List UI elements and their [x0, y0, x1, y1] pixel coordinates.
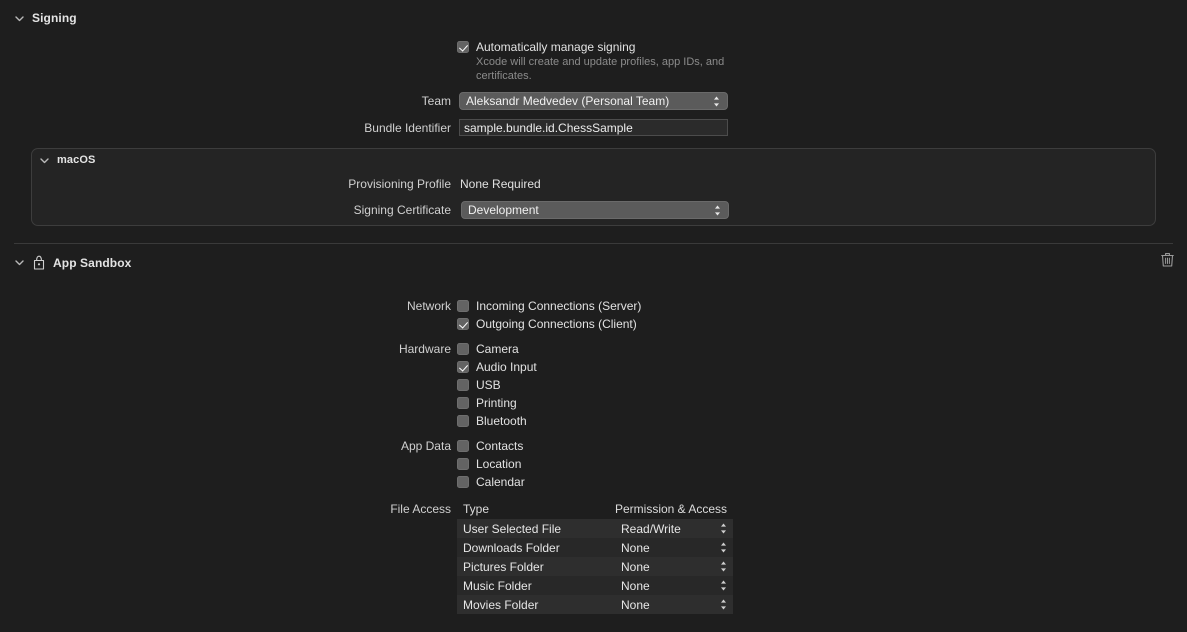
section-header-app-sandbox[interactable]: App Sandbox	[14, 255, 131, 270]
outgoing-connections-checkbox[interactable]	[457, 318, 469, 330]
calendar-checkbox[interactable]	[457, 476, 469, 488]
audio-input-checkbox[interactable]	[457, 361, 469, 373]
file-access-table: Type Permission & Access User Selected F…	[457, 502, 733, 614]
group-label-hardware: Hardware	[398, 342, 451, 356]
camera-label: Camera	[476, 342, 519, 356]
section-divider	[14, 243, 1173, 244]
file-access-permission-value: Read/Write	[621, 521, 681, 536]
checkbox-row-location[interactable]: Location	[457, 457, 521, 471]
location-label: Location	[476, 457, 522, 471]
team-label: Team	[421, 94, 451, 108]
usb-checkbox[interactable]	[457, 379, 469, 391]
team-select[interactable]: Aleksandr Medvedev (Personal Team)	[459, 92, 728, 110]
automatically-manage-signing-description: Xcode will create and update profiles, a…	[476, 56, 725, 82]
checkbox-row-contacts[interactable]: Contacts	[457, 439, 523, 453]
file-access-permission-select[interactable]: Read/Write	[615, 519, 733, 538]
checkbox-row-calendar[interactable]: Calendar	[457, 475, 525, 489]
file-access-type: Movies Folder	[463, 597, 539, 612]
checkbox-row-incoming-connections[interactable]: Incoming Connections (Server)	[457, 299, 641, 313]
bluetooth-label: Bluetooth	[476, 414, 527, 428]
table-row[interactable]: Movies Folder None	[457, 595, 733, 614]
column-header-type: Type	[463, 502, 490, 516]
delete-app-sandbox-button[interactable]	[1157, 252, 1177, 272]
group-label-app-data: App Data	[400, 439, 451, 453]
automatically-manage-signing-label: Automatically manage signing	[476, 40, 636, 54]
file-access-permission-value: None	[621, 597, 650, 612]
bundle-identifier-value: sample.bundle.id.ChessSample	[464, 120, 633, 135]
file-access-permission-value: None	[621, 578, 650, 593]
section-title-signing: Signing	[32, 11, 77, 25]
chevron-up-down-icon[interactable]	[719, 560, 728, 573]
trash-icon[interactable]	[1160, 252, 1174, 272]
bluetooth-checkbox[interactable]	[457, 415, 469, 427]
file-access-table-header: Type Permission & Access	[457, 502, 733, 519]
calendar-label: Calendar	[476, 475, 525, 489]
printing-label: Printing	[476, 396, 517, 410]
checkbox-row-printing[interactable]: Printing	[457, 396, 517, 410]
chevron-up-down-icon[interactable]	[719, 522, 728, 535]
audio-input-label: Audio Input	[476, 360, 537, 374]
file-access-permission-value: None	[621, 540, 650, 555]
chevron-up-down-icon[interactable]	[719, 598, 728, 611]
usb-label: USB	[476, 378, 501, 392]
table-row[interactable]: User Selected File Read/Write	[457, 519, 733, 538]
file-access-permission-select[interactable]: None	[615, 595, 733, 614]
provisioning-profile-value: None Required	[460, 177, 541, 191]
file-access-permission-select[interactable]: None	[615, 557, 733, 576]
group-label-file-access: File Access	[390, 502, 451, 516]
section-title-macos: macOS	[57, 154, 96, 166]
checkbox-row-outgoing-connections[interactable]: Outgoing Connections (Client)	[457, 317, 637, 331]
checkbox-row-camera[interactable]: Camera	[457, 342, 519, 356]
table-row[interactable]: Music Folder None	[457, 576, 733, 595]
file-access-permission-select[interactable]: None	[615, 576, 733, 595]
team-value: Aleksandr Medvedev (Personal Team)	[466, 94, 670, 108]
signing-certificate-label: Signing Certificate	[353, 203, 451, 217]
signing-certificate-select[interactable]: Development	[461, 201, 729, 219]
sandbox-icon	[32, 255, 46, 270]
file-access-type: Music Folder	[463, 578, 532, 593]
column-header-permission: Permission & Access	[615, 502, 728, 516]
chevron-down-icon[interactable]	[14, 13, 25, 24]
table-row[interactable]: Downloads Folder None	[457, 538, 733, 557]
bundle-identifier-input[interactable]: sample.bundle.id.ChessSample	[459, 119, 728, 136]
chevron-up-down-icon[interactable]	[712, 95, 721, 108]
chevron-up-down-icon[interactable]	[719, 541, 728, 554]
contacts-label: Contacts	[476, 439, 524, 453]
checkbox-row-audio-input[interactable]: Audio Input	[457, 360, 537, 374]
provisioning-profile-label: Provisioning Profile	[348, 177, 451, 191]
printing-checkbox[interactable]	[457, 397, 469, 409]
chevron-up-down-icon[interactable]	[719, 579, 728, 592]
automatically-manage-signing-row[interactable]: Automatically manage signing	[457, 40, 635, 54]
checkbox-row-usb[interactable]: USB	[457, 378, 501, 392]
file-access-type: User Selected File	[463, 521, 562, 536]
chevron-up-down-icon[interactable]	[713, 204, 722, 217]
checkbox-row-bluetooth[interactable]: Bluetooth	[457, 414, 527, 428]
automatically-manage-signing-checkbox[interactable]	[457, 41, 469, 53]
outgoing-connections-label: Outgoing Connections (Client)	[476, 317, 637, 331]
section-header-signing[interactable]: Signing	[14, 11, 77, 25]
xcode-signing-capabilities-pane: Signing Automatically manage signing Xco…	[0, 0, 1187, 632]
file-access-permission-select[interactable]: None	[615, 538, 733, 557]
section-header-macos[interactable]: macOS	[39, 154, 95, 166]
table-row[interactable]: Pictures Folder None	[457, 557, 733, 576]
incoming-connections-checkbox[interactable]	[457, 300, 469, 312]
incoming-connections-label: Incoming Connections (Server)	[476, 299, 642, 313]
signing-certificate-value: Development	[468, 203, 539, 217]
file-access-type: Downloads Folder	[463, 540, 560, 555]
chevron-down-icon[interactable]	[14, 257, 25, 268]
file-access-type: Pictures Folder	[463, 559, 544, 574]
file-access-permission-value: None	[621, 559, 650, 574]
bundle-identifier-label: Bundle Identifier	[364, 121, 451, 135]
group-label-network: Network	[406, 299, 451, 313]
camera-checkbox[interactable]	[457, 343, 469, 355]
location-checkbox[interactable]	[457, 458, 469, 470]
chevron-down-icon[interactable]	[39, 155, 50, 166]
contacts-checkbox[interactable]	[457, 440, 469, 452]
section-title-app-sandbox: App Sandbox	[53, 255, 132, 270]
